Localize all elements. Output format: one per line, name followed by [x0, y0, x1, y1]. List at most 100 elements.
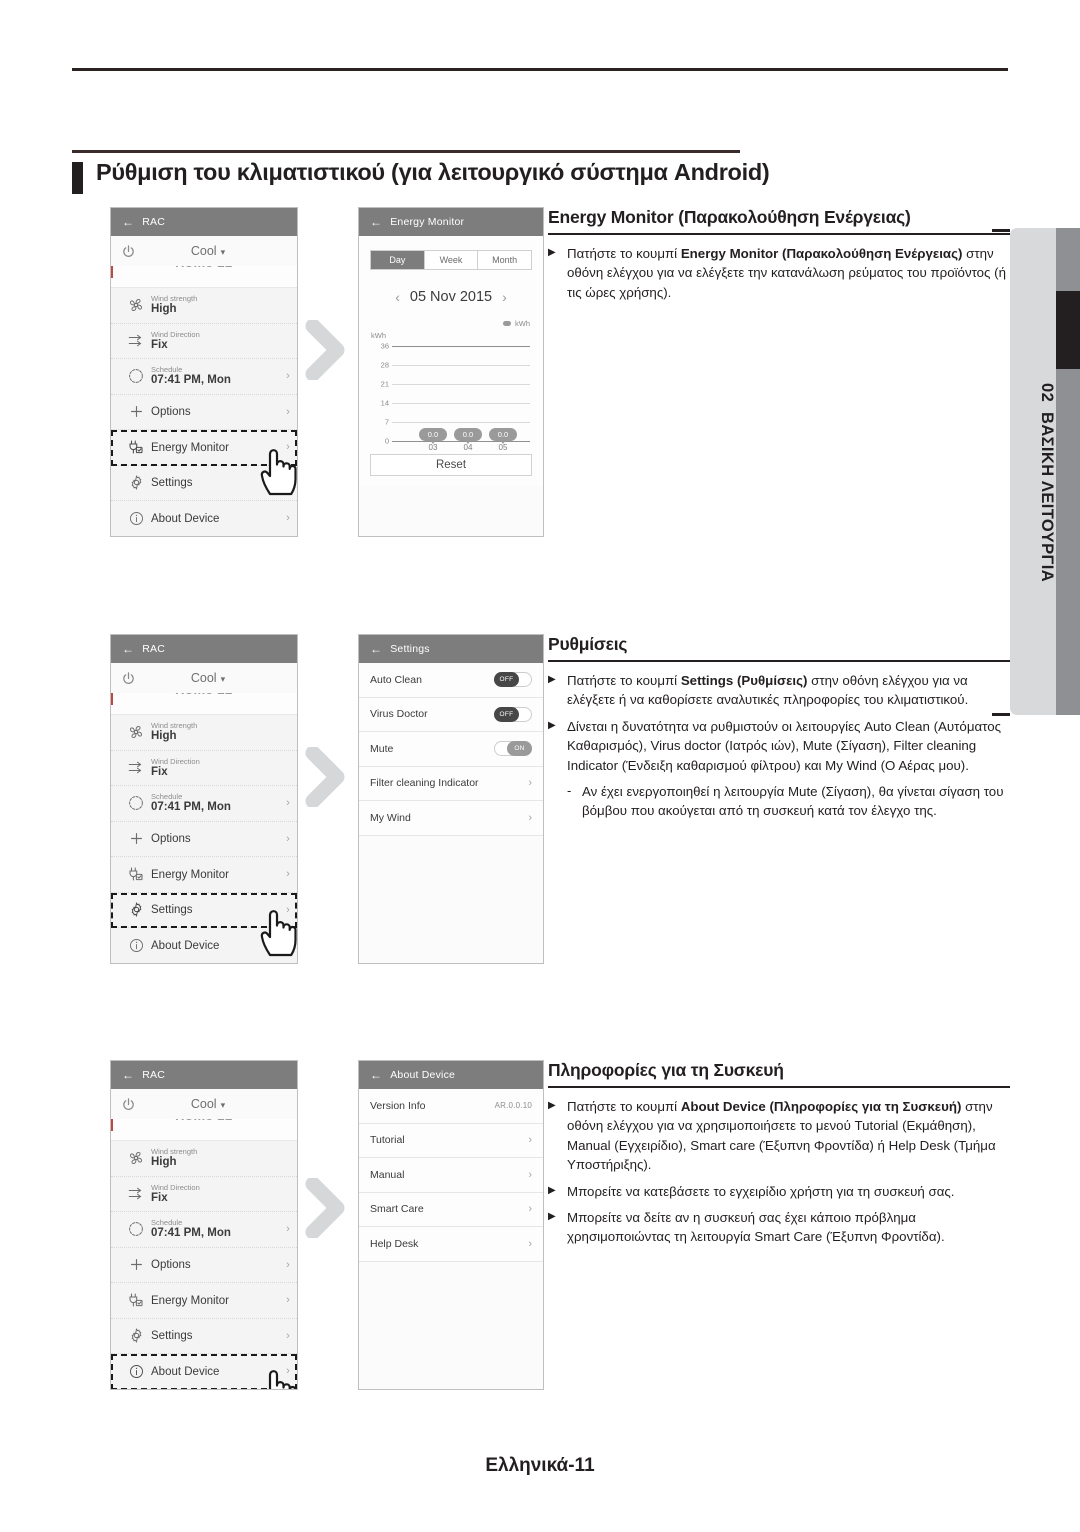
bullet-item: ▶ Μπορείτε να κατεβάσετε το εγχειρίδιο χ… [548, 1182, 1010, 1201]
rac-row-wind-strength[interactable]: Wind strength High [111, 1141, 297, 1177]
power-icon[interactable] [111, 244, 145, 259]
fan-icon [121, 297, 151, 313]
power-icon[interactable] [111, 671, 145, 686]
segment-week[interactable]: Week [425, 251, 479, 269]
auto-clean-toggle[interactable]: OFF [494, 672, 532, 688]
rac-screen-energy: ← RAC Cool▾ Home 22 Wind strength Hig [110, 207, 298, 537]
chevron-right-icon: › [528, 811, 532, 824]
back-arrow-icon[interactable]: ← [122, 1069, 134, 1081]
settings-row-my-wind[interactable]: My Wind › [359, 801, 543, 836]
rac-row-chevron: › [286, 441, 290, 454]
bullet-text: Πατήστε το κουμπί About Device (Πληροφορ… [567, 1097, 1010, 1175]
section-heading-rule [548, 233, 1010, 235]
about-row-help-desk[interactable]: Help Desk › [359, 1227, 543, 1262]
text-section-settings: Ρυθμίσεις ▶ Πατήστε το κουμπί Settings (… [548, 634, 1010, 827]
rac-row-wind-strength[interactable]: Wind strength High [111, 288, 297, 324]
about-row-manual[interactable]: Manual › [359, 1158, 543, 1193]
settings-screen: ← Settings Auto Clean OFF Virus Doctor O… [358, 634, 544, 964]
rac-row-schedule[interactable]: Schedule 07:41 PM, Mon › [111, 786, 297, 822]
airflow-icon [121, 1186, 151, 1201]
rac-row-energy-monitor[interactable]: Energy Monitor › [111, 430, 297, 466]
period-segmented-control[interactable]: Day Week Month [370, 250, 532, 270]
bullet-item: ▶ Μπορείτε να δείτε αν η συσκευή σας έχε… [548, 1208, 1010, 1247]
rac-row-label: Options [151, 1259, 191, 1272]
rac-row-schedule[interactable]: Schedule 07:41 PM, Mon › [111, 359, 297, 395]
back-arrow-icon[interactable]: ← [122, 643, 134, 655]
about-row-smart-care[interactable]: Smart Care › [359, 1192, 543, 1227]
about-row-label: Smart Care [370, 1203, 424, 1216]
back-arrow-icon[interactable]: ← [370, 643, 382, 655]
flow-arrow-icon [303, 318, 347, 382]
bar-value-bubble: 0.0 [454, 428, 482, 444]
toggle-state: ON [507, 741, 532, 757]
version-value: AR.0.0.10 [494, 1101, 532, 1111]
rac-row-wind-direction[interactable]: Wind Direction Fix [111, 750, 297, 786]
rac-row-options[interactable]: Options › [111, 821, 297, 857]
rac-room-label: Home 22 [111, 1119, 297, 1123]
rac-row-options[interactable]: Options › [111, 1247, 297, 1283]
rac-row-value: High [151, 1156, 177, 1169]
manual-page: Ρύθμιση του κλιματιστικού (για λειτουργι… [0, 0, 1080, 1532]
sub-bullet-text: Αν έχει ενεργοποιηθεί η λειτουργία Mute … [582, 784, 1004, 819]
settings-row-label: Mute [370, 742, 394, 755]
about-row-label: Manual [370, 1168, 405, 1181]
rac-row-options[interactable]: Options › [111, 394, 297, 430]
settings-row-virus-doctor[interactable]: Virus Doctor OFF [359, 697, 543, 732]
toggle-state: OFF [494, 706, 519, 722]
rac-row-settings[interactable]: Settings › [111, 892, 297, 928]
clock-icon [121, 367, 151, 385]
next-date-icon[interactable]: › [502, 289, 507, 305]
back-arrow-icon[interactable]: ← [122, 216, 134, 228]
settings-row-auto-clean[interactable]: Auto Clean OFF [359, 663, 543, 698]
mute-toggle[interactable]: ON [494, 741, 532, 757]
bullet-item: ▶ Πατήστε το κουμπί About Device (Πληροφ… [548, 1097, 1010, 1175]
rac-row-settings[interactable]: Settings › [111, 1318, 297, 1354]
rac-row-value: 07:41 PM, Mon [151, 1227, 231, 1240]
power-icon[interactable] [111, 1097, 145, 1112]
mode-selector[interactable]: Cool ▾ [145, 1097, 297, 1111]
settings-row-label: My Wind [370, 811, 411, 824]
rac-row-energy-monitor[interactable]: Energy Monitor › [111, 1283, 297, 1319]
text-section-energy-monitor: Energy Monitor (Παρακολούθηση Ενέργειας)… [548, 207, 1010, 309]
virus-doctor-toggle[interactable]: OFF [494, 706, 532, 722]
mode-selector[interactable]: Cool ▾ [145, 244, 297, 258]
segment-month[interactable]: Month [478, 251, 531, 269]
rac-row-label: Settings [151, 1330, 193, 1343]
bullet-part-bold: About Device (Πληροφορίες για τη Συσκευή… [680, 1099, 962, 1114]
section-heading: Energy Monitor (Παρακολούθηση Ενέργειας) [548, 207, 911, 227]
rac-row-wind-direction[interactable]: Wind Direction Fix [111, 323, 297, 359]
rac-row-label: About Device [151, 512, 220, 525]
mode-selector[interactable]: Cool ▾ [145, 671, 297, 685]
rac-row-label: Options [151, 833, 191, 846]
energy-monitor-header: ← Energy Monitor [359, 208, 543, 236]
about-row-label: Tutorial [370, 1134, 405, 1147]
legend-swatch [503, 321, 511, 326]
rac-row-settings[interactable]: Settings › [111, 465, 297, 501]
prev-date-icon[interactable]: ‹ [395, 289, 400, 305]
rac-row-about-device[interactable]: About Device › [111, 1354, 297, 1389]
segment-day[interactable]: Day [371, 251, 425, 269]
rac-mode-bar: Cool ▾ [111, 236, 297, 266]
back-arrow-icon[interactable]: ← [370, 1069, 382, 1081]
about-row-version-info[interactable]: Version Info AR.0.0.10 [359, 1089, 543, 1124]
rac-row-wind-direction[interactable]: Wind Direction Fix [111, 1176, 297, 1212]
back-arrow-icon[interactable]: ← [370, 216, 382, 228]
settings-row-filter-indicator[interactable]: Filter cleaning Indicator › [359, 766, 543, 801]
rac-row-label: Settings [151, 477, 193, 490]
chevron-down-icon: ▾ [220, 247, 226, 257]
energy-bar-chart: 36 28 21 14 7 0 0.0 0.0 0.0 03 04 05 [370, 342, 532, 452]
reset-button[interactable]: Reset [370, 454, 532, 476]
plug-icon [121, 438, 151, 456]
settings-row-mute[interactable]: Mute ON [359, 732, 543, 767]
rac-row-chevron: › [286, 832, 290, 845]
about-row-label: Help Desk [370, 1237, 419, 1250]
about-row-tutorial[interactable]: Tutorial › [359, 1123, 543, 1158]
settings-row-label: Virus Doctor [370, 708, 428, 721]
rac-row-wind-strength[interactable]: Wind strength High [111, 715, 297, 751]
bullet-marker-icon: ▶ [548, 1184, 556, 1196]
gear-icon [121, 474, 151, 491]
rac-row-schedule[interactable]: Schedule 07:41 PM, Mon › [111, 1212, 297, 1248]
rac-row-about-device[interactable]: About Device › [111, 928, 297, 963]
rac-row-energy-monitor[interactable]: Energy Monitor › [111, 857, 297, 893]
rac-row-about-device[interactable]: About Device › [111, 501, 297, 536]
